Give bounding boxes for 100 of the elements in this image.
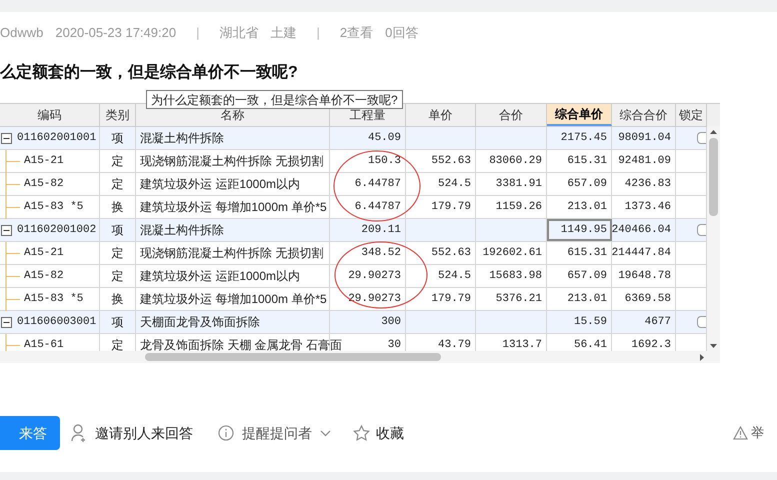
- table-cell-text: 657.09: [567, 176, 607, 192]
- scrollbar[interactable]: [707, 126, 720, 352]
- table-cell-text: 1692.3: [631, 338, 671, 353]
- table-cell-text: 011602001002: [17, 222, 96, 238]
- checkbox[interactable]: [697, 132, 706, 144]
- table-cell-text: 3381.91: [496, 176, 542, 192]
- table-cell-text: 92481.09: [618, 154, 671, 169]
- table-cell-text: 348.52: [361, 246, 401, 261]
- table-cell-text: 615.31: [567, 154, 607, 169]
- up-arrow-icon[interactable]: [709, 128, 718, 136]
- table-cell-text: 214447.84: [612, 246, 671, 261]
- right-arrow-icon[interactable]: [698, 352, 706, 362]
- meta-text: 土建: [270, 24, 296, 42]
- separator: |: [316, 24, 320, 42]
- table-cell-text: A15-21: [24, 246, 64, 261]
- table-cell-text: 混凝土构件拆除: [140, 222, 224, 239]
- table-cell-text: 换: [112, 199, 124, 216]
- invite-button[interactable]: 邀请别人来回答: [71, 422, 193, 444]
- star-icon: [353, 425, 370, 441]
- table-cell-text: 011606003001: [17, 314, 96, 330]
- table-cell-text: 213.01: [567, 200, 607, 215]
- scroll-thumb[interactable]: [145, 353, 441, 361]
- table-cell-text: 179.79: [431, 292, 471, 307]
- column-header[interactable]: 综合合价: [612, 104, 676, 126]
- table-cell-text: 建筑垃圾外运 每增加1000m 单价*5: [140, 291, 327, 308]
- table-cell-text: 1373.46: [624, 200, 671, 215]
- table-cell-text: A15-21: [24, 154, 64, 169]
- table-cell-text: 1313.7: [502, 338, 542, 353]
- table-cell-text: 29.90273: [348, 292, 401, 307]
- table-cell-text: 现浇钢筋混凝土构件拆除 无损切割: [140, 153, 324, 170]
- table-cell-text: 524.5: [438, 268, 471, 284]
- table-cell-text: 定: [112, 337, 124, 354]
- table-cell-text: A15-83 *5: [24, 292, 84, 307]
- table-cell-text: 011602001001: [17, 130, 96, 146]
- meta-text: 0回答: [385, 24, 418, 42]
- table-cell-text: 定: [112, 245, 124, 262]
- scrollbar[interactable]: [0, 351, 720, 363]
- table-cell-text: 项: [112, 314, 124, 331]
- table-cell-text: 4236.83: [624, 176, 671, 192]
- table-cell-text: 615.31: [567, 246, 607, 261]
- table-cell-text: 6.44787: [354, 200, 401, 215]
- info-icon: [218, 425, 234, 441]
- collapse-icon[interactable]: [1, 316, 12, 328]
- report-button[interactable]: 举: [733, 423, 764, 443]
- table-cell-text: 240466.04: [612, 222, 671, 238]
- separator: |: [196, 24, 200, 42]
- checkbox[interactable]: [697, 316, 706, 328]
- table-cell-text: 建筑垃圾外运 运距1000m以内: [140, 176, 300, 193]
- meta-text: 2020-05-23 17:49:20: [55, 24, 176, 42]
- column-header[interactable]: 编码: [0, 104, 100, 126]
- table-cell-text: 83060.29: [489, 154, 542, 169]
- warning-icon: [733, 426, 748, 440]
- table-cell-text: 龙骨及饰面拆除 天棚 金属龙骨 石膏面: [140, 337, 342, 354]
- tooltip: 为什么定额套的一致，但是综合单价不一致呢?: [146, 90, 403, 109]
- table-cell-text: A15-83 *5: [24, 200, 84, 215]
- table-cell-text: A15-82: [24, 268, 64, 284]
- table-cell-text: 30: [388, 338, 401, 353]
- table-cell-text: 300: [381, 314, 401, 330]
- table-cell-text: 45.09: [368, 130, 401, 146]
- table-cell-text: 209.11: [361, 222, 401, 238]
- table-cell-text: 213.01: [567, 292, 607, 307]
- table-cell-text: 定: [112, 153, 124, 170]
- table-cell-text: 179.79: [431, 200, 471, 215]
- scroll-thumb[interactable]: [709, 138, 718, 216]
- checkbox[interactable]: [697, 224, 706, 236]
- favorite-button[interactable]: 收藏: [353, 422, 404, 444]
- table-cell-text: 混凝土构件拆除: [140, 130, 224, 147]
- table-cell-text: 19648.78: [618, 268, 671, 284]
- collapse-icon[interactable]: [1, 224, 12, 236]
- table-cell-text: 15683.98: [489, 268, 542, 284]
- answer-button[interactable]: 来答: [0, 416, 60, 450]
- collapse-icon[interactable]: [1, 132, 12, 144]
- column-header[interactable]: 锁定: [676, 104, 707, 126]
- table-cell-text: 天棚面龙骨及饰面拆除: [140, 314, 260, 331]
- table-cell-text: 1149.95: [560, 222, 607, 238]
- meta-text: Odwwb: [0, 24, 44, 42]
- column-header[interactable]: 单价: [406, 104, 476, 126]
- column-header[interactable]: 综合单价: [547, 104, 612, 126]
- table-cell-text: 项: [112, 130, 124, 147]
- table-cell-text: 56.41: [574, 338, 607, 353]
- column-header[interactable]: 类别: [100, 104, 136, 126]
- table-cell-text: 15.59: [574, 314, 607, 330]
- table-cell-text: 建筑垃圾外运 运距1000m以内: [140, 268, 300, 285]
- table-cell-text: 4677: [644, 314, 671, 330]
- table-cell-text: 项: [112, 222, 124, 239]
- down-arrow-icon[interactable]: [709, 342, 718, 350]
- meta-text: 湖北省: [219, 24, 258, 42]
- table-cell-text: 换: [112, 291, 124, 308]
- table-cell-text: 定: [112, 176, 124, 193]
- table-cell-text: 43.79: [438, 338, 471, 353]
- table-cell-text: A15-61: [24, 338, 64, 353]
- chevron-down-icon: [320, 430, 331, 436]
- remind-button[interactable]: 提醒提问者: [218, 422, 331, 444]
- table-cell-text: 建筑垃圾外运 每增加1000m 单价*5: [140, 199, 327, 216]
- table-cell-text: 524.5: [438, 176, 471, 192]
- table-cell-text: 6.44787: [354, 176, 401, 192]
- table-cell-text: 29.90273: [348, 268, 401, 284]
- table-cell-text: 98091.04: [618, 130, 671, 146]
- table-cell-text: 552.63: [431, 246, 471, 261]
- table-cell-text: 150.3: [368, 154, 401, 169]
